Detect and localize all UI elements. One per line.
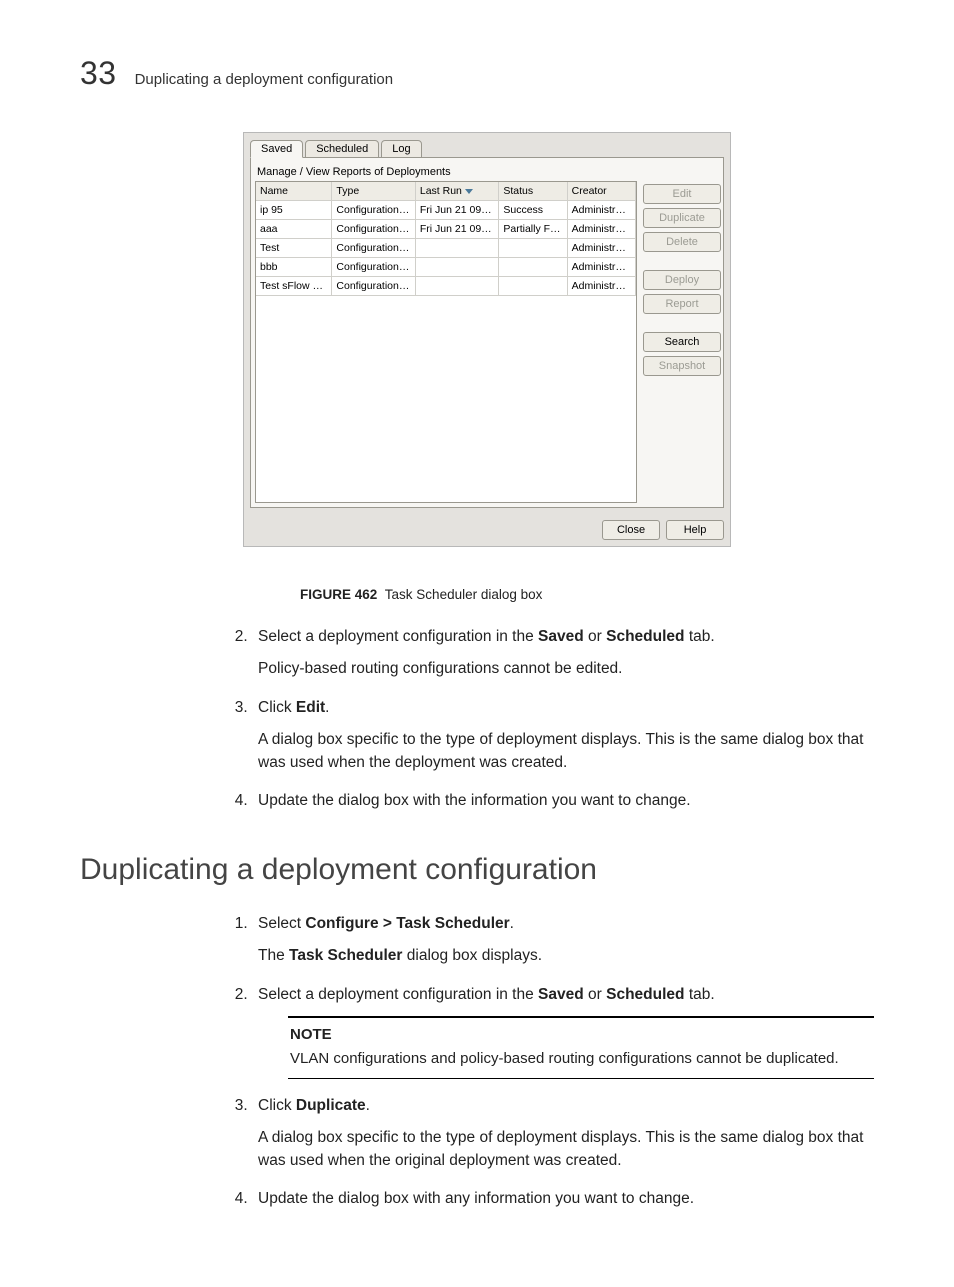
dup-step-4: Update the dialog box with any informati… [252,1188,874,1210]
tab-bar: Saved Scheduled Log [244,133,730,157]
section-heading: Duplicating a deployment configuration [80,853,894,887]
dup-step-3: Click Duplicate. A dialog box specific t… [252,1095,874,1172]
tab-scheduled[interactable]: Scheduled [305,140,379,158]
table-row[interactable]: ip 95 Configuration … Fri Jun 21 09:… Su… [256,201,636,220]
snapshot-button[interactable]: Snapshot [643,356,721,376]
panel-subtitle: Manage / View Reports of Deployments [255,162,637,181]
dup-step-1: Select Configure > Task Scheduler. The T… [252,913,874,968]
col-creator[interactable]: Creator [567,182,635,201]
col-type[interactable]: Type [332,182,415,201]
dialog-footer: Close Help [244,514,730,546]
tab-log[interactable]: Log [381,140,421,158]
step-2: Select a deployment configuration in the… [252,626,874,681]
table-row[interactable]: bbb Configuration … Administrator [256,258,636,277]
figure-caption: FIGURE 462 Task Scheduler dialog box [300,587,874,602]
delete-button[interactable]: Delete [643,232,721,252]
duplicate-button[interactable]: Duplicate [643,208,721,228]
report-button[interactable]: Report [643,294,721,314]
dup-step-2: Select a deployment configuration in the… [252,984,874,1079]
sort-desc-icon [465,189,473,194]
note-box: NOTE VLAN configurations and policy-base… [288,1016,874,1079]
step-3: Click Edit. A dialog box specific to the… [252,697,874,774]
step-4: Update the dialog box with the informati… [252,790,874,812]
steps-duplicate: Select Configure > Task Scheduler. The T… [230,913,874,1211]
col-status[interactable]: Status [499,182,567,201]
table-row[interactable]: Test Configuration … Administrator [256,239,636,258]
close-button[interactable]: Close [602,520,660,540]
deployments-table[interactable]: Name Type Last Run Status Creator [255,181,637,503]
chapter-number: 33 [80,55,117,92]
task-scheduler-dialog: Saved Scheduled Log Manage / View Report… [243,132,731,547]
col-name[interactable]: Name [256,182,332,201]
table-row[interactable]: aaa Configuration … Fri Jun 21 09:… Part… [256,220,636,239]
chapter-title: Duplicating a deployment configuration [135,71,394,88]
running-header: 33 Duplicating a deployment configuratio… [80,55,894,92]
col-last-run[interactable]: Last Run [415,182,498,201]
steps-edit: Select a deployment configuration in the… [230,626,874,813]
deploy-button[interactable]: Deploy [643,270,721,290]
tab-saved[interactable]: Saved [250,140,303,158]
edit-button[interactable]: Edit [643,184,721,204]
search-button[interactable]: Search [643,332,721,352]
help-button[interactable]: Help [666,520,724,540]
action-button-column: Edit Duplicate Delete Deploy Report Sear… [643,162,719,503]
table-row[interactable]: Test sFlow C… Configuration … Administra… [256,277,636,296]
